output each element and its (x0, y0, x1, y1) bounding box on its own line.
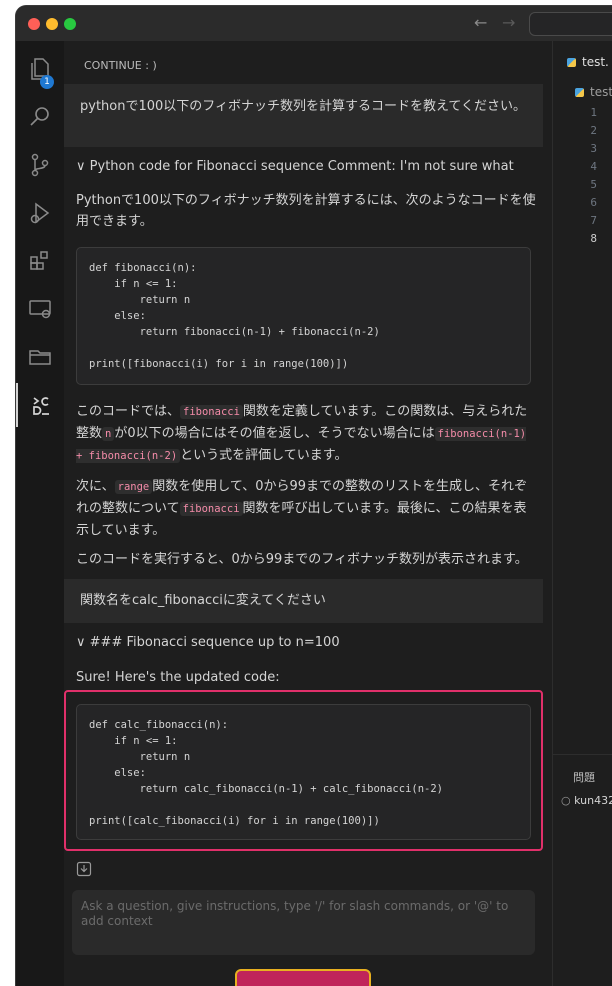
vscode-window: ← → 1 CONTINUE : ) pythonで100以下のフィボナッチ数列… (16, 6, 612, 986)
text-span: 次に、 (76, 479, 115, 494)
close-window-button[interactable] (28, 18, 40, 30)
inline-code: n (102, 427, 115, 441)
line-number: 2 (590, 124, 597, 137)
line-number: 4 (590, 160, 597, 173)
inline-code: fibonacci (180, 405, 243, 419)
code-block-1[interactable]: def fibonacci(n): if n <= 1: return n el… (76, 247, 531, 385)
download-icon[interactable] (76, 861, 92, 877)
user-message-2[interactable]: 関数名をcalc_fibonacciに変えてください (64, 579, 543, 623)
editor-tab[interactable]: test. (567, 55, 609, 69)
line-number: 6 (590, 196, 597, 209)
maximize-window-button[interactable] (64, 18, 76, 30)
folder-icon[interactable] (16, 335, 64, 379)
user-message-1[interactable]: pythonで100以下のフィボナッチ数列を計算するコードを教えてください。 (64, 84, 543, 147)
line-number: 5 (590, 178, 597, 191)
chat-input[interactable]: Ask a question, give instructions, type … (72, 890, 535, 955)
back-arrow-icon[interactable]: ← (474, 13, 487, 32)
run-debug-icon[interactable] (16, 191, 64, 235)
breadcrumb[interactable]: test (575, 85, 612, 99)
search-icon[interactable] (16, 95, 64, 139)
text-span: が0以下の場合にはその値を返し、そうでない場合には (114, 426, 435, 441)
response-1-paragraph-3: このコードを実行すると、0から99までのフィボナッチ数列が表示されます。 (76, 552, 528, 567)
panel-header: CONTINUE : ) (84, 59, 157, 72)
activity-bar: 1 (16, 41, 64, 986)
terminal-text: kun432 (574, 794, 612, 807)
response-2-title: ### Fibonacci sequence up to n=100 (89, 635, 340, 650)
problems-tab[interactable]: 問題 (573, 769, 595, 785)
extensions-icon[interactable] (16, 239, 64, 283)
command-center-search[interactable] (529, 12, 612, 36)
response-1-paragraph-1: このコードでは、 fibonacci 関数を定義しています。この関数は、与えられた整… (76, 401, 536, 467)
text-span: このコードでは、 (76, 404, 181, 419)
remote-explorer-icon[interactable] (16, 287, 64, 331)
continue-icon[interactable] (16, 383, 66, 427)
circle-icon: ○ (561, 794, 571, 807)
bottom-panel: 問題 ○ kun432 (553, 754, 612, 986)
line-number: 7 (590, 214, 597, 227)
line-number: 1 (590, 106, 597, 119)
continue-panel: CONTINUE : ) pythonで100以下のフィボナッチ数列を計算するコ… (64, 41, 552, 986)
tab-label: test. (582, 55, 609, 69)
chevron-down-icon: ∨ (76, 159, 86, 174)
explorer-badge: 1 (40, 75, 54, 89)
text-span: という式を評価しています。 (180, 448, 348, 463)
inline-code: range (114, 480, 153, 494)
forward-arrow-icon[interactable]: → (502, 13, 515, 32)
response-1-paragraph-2: 次に、 range 関数を使用して、0から99までの整数のリストを生成し、それぞれの… (76, 476, 536, 541)
terminal-line: ○ kun432 (561, 794, 612, 807)
inline-code: fibonacci (179, 502, 243, 516)
source-control-icon[interactable] (16, 143, 64, 187)
python-file-icon (567, 58, 576, 67)
line-number: 3 (590, 142, 597, 155)
response-1-toggle[interactable]: ∨ Python code for Fibonacci sequence Com… (76, 159, 514, 174)
response-1-intro: Pythonで100以下のフィボナッチ数列を計算するには、次のようなコードを使用… (76, 193, 536, 229)
python-file-icon (575, 88, 584, 97)
explorer-icon[interactable]: 1 (16, 47, 64, 91)
minimize-window-button[interactable] (46, 18, 58, 30)
response-1-title: Python code for Fibonacci sequence Comme… (89, 159, 514, 174)
title-bar: ← → (16, 6, 612, 42)
breadcrumb-label: test (590, 85, 612, 99)
bottom-action-button[interactable] (235, 969, 371, 986)
line-number-current: 8 (590, 232, 597, 245)
chevron-down-icon: ∨ (76, 635, 86, 650)
response-2-intro: Sure! Here's the updated code: (76, 670, 280, 685)
response-2-toggle[interactable]: ∨ ### Fibonacci sequence up to n=100 (76, 635, 340, 650)
code-block-2[interactable]: def calc_fibonacci(n): if n <= 1: return… (76, 704, 531, 840)
line-number-gutter: 1 2 3 4 5 6 7 8 (583, 104, 597, 248)
editor-area: test. test 1 2 3 4 5 6 7 8 問題 ○ kun432 (552, 41, 612, 986)
